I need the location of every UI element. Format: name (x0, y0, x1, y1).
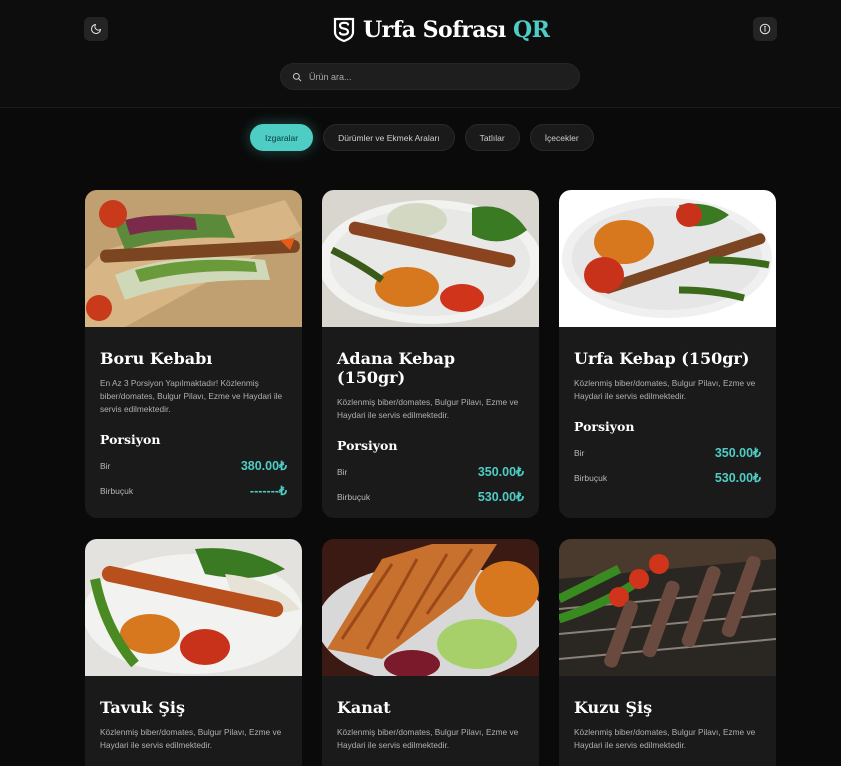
product-image (559, 539, 776, 676)
product-description: Közlenmiş biber/domates, Bulgur Pilavı, … (100, 727, 282, 750)
price-value: 530.00₺ (714, 471, 761, 485)
search-input[interactable] (309, 71, 549, 82)
category-tabs: Izgaralar Dürümler ve Ekmek Araları Tatl… (250, 124, 594, 151)
product-card[interactable]: Urfa Kebap (150gr) Közlenmiş biber/domat… (559, 190, 776, 518)
product-description: Közlenmiş biber/domates, Bulgur Pilavı, … (574, 727, 756, 750)
product-card[interactable]: Adana Kebap (150gr) Közlenmiş biber/doma… (322, 190, 539, 518)
app-title-accent: QR (512, 17, 550, 43)
product-description: Közlenmiş biber/domates, Bulgur Pilavı, … (574, 378, 756, 401)
product-name: Tavuk Şiş (100, 698, 185, 717)
product-image (559, 190, 776, 327)
product-description: Közlenmiş biber/domates, Bulgur Pilavı, … (337, 397, 519, 420)
product-name: Boru Kebabı (100, 349, 213, 368)
product-card[interactable]: Tavuk Şiş Közlenmiş biber/domates, Bulgu… (85, 539, 302, 766)
price-label: Birbuçuk (337, 491, 371, 502)
price-value: -------₺ (249, 484, 287, 498)
product-card[interactable]: Kuzu Şiş Közlenmiş biber/domates, Bulgur… (559, 539, 776, 766)
product-description: En Az 3 Porsiyon Yapılmaktadır! Közlenmi… (100, 378, 283, 414)
app-logo[interactable]: Urfa Sofrası QR (333, 15, 550, 45)
price-label: Birbuçuk (574, 472, 608, 483)
product-image (85, 190, 302, 327)
portion-heading: Porsiyon (574, 419, 635, 434)
product-name: Adana Kebap (150gr) (337, 349, 456, 387)
price-label: Bir (337, 466, 348, 477)
price-row: Birbuçuk 530.00₺ (574, 465, 761, 490)
theme-toggle-button[interactable] (84, 17, 108, 41)
product-image (85, 539, 302, 676)
tab-icecekler[interactable]: İçecekler (529, 124, 594, 151)
price-row: Birbuçuk -------₺ (100, 478, 287, 503)
price-value: 350.00₺ (714, 446, 761, 460)
tab-tatlilar[interactable]: Tatlılar (464, 124, 520, 151)
portion-heading: Porsiyon (337, 438, 398, 453)
portion-heading: Porsiyon (100, 432, 161, 447)
price-label: Birbuçuk (100, 485, 134, 496)
price-row: Bir 350.00₺ (574, 440, 761, 465)
header: Urfa Sofrası QR (0, 0, 841, 108)
search-bar[interactable] (280, 63, 580, 90)
product-name: Kuzu Şiş (574, 698, 653, 717)
info-button[interactable] (753, 17, 777, 41)
price-row: Birbuçuk 530.00₺ (337, 484, 524, 509)
price-value: 530.00₺ (477, 490, 524, 504)
moon-icon (91, 24, 101, 34)
price-value: 350.00₺ (477, 465, 524, 479)
price-label: Bir (574, 447, 585, 458)
product-image (322, 190, 539, 327)
product-image (322, 539, 539, 676)
product-name: Kanat (337, 698, 391, 717)
product-description: Közlenmiş biber/domates, Bulgur Pilavı, … (337, 727, 519, 750)
shield-s-logo-icon (333, 17, 355, 43)
product-card[interactable]: Boru Kebabı En Az 3 Porsiyon Yapılmaktad… (85, 190, 302, 518)
product-card[interactable]: Kanat Közlenmiş biber/domates, Bulgur Pi… (322, 539, 539, 766)
price-label: Bir (100, 460, 111, 471)
price-row: Bir 380.00₺ (100, 453, 287, 478)
product-name: Urfa Kebap (150gr) (574, 349, 750, 368)
app-title-main: Urfa Sofrası (363, 17, 506, 43)
price-value: 380.00₺ (240, 459, 287, 473)
tab-durumler[interactable]: Dürümler ve Ekmek Araları (323, 124, 455, 151)
price-row: Bir 350.00₺ (337, 459, 524, 484)
tab-izgaralar[interactable]: Izgaralar (250, 124, 314, 151)
search-icon (292, 72, 302, 81)
app-title: Urfa Sofrası QR (363, 17, 550, 43)
info-icon (759, 23, 771, 35)
